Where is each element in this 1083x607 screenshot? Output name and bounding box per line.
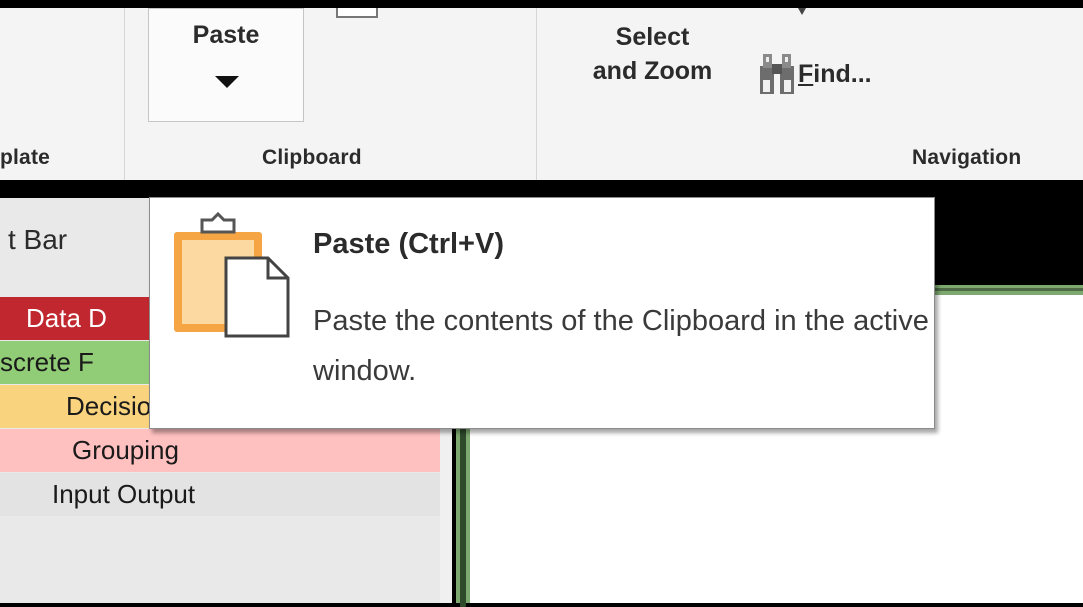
binoculars-icon: [760, 54, 794, 94]
ribbon-separator: [124, 8, 125, 180]
find-button[interactable]: Find...: [798, 60, 872, 89]
paste-button[interactable]: Paste: [148, 8, 304, 122]
tooltip-title: Paste (Ctrl+V): [313, 228, 504, 260]
category-input-output[interactable]: Input Output: [0, 473, 440, 516]
group-label-navigation: Navigation: [912, 146, 1022, 169]
clipboard-paste-icon: [174, 212, 290, 338]
panel-title: t Bar: [8, 224, 68, 255]
group-label-template: plate: [0, 146, 51, 169]
select-and-zoom-label-2: and Zoom: [592, 57, 713, 85]
dropdown-arrow-icon: [798, 8, 806, 15]
tooltip-description: Paste the contents of the Clipboard in t…: [313, 305, 929, 387]
ribbon-separator: [536, 8, 537, 180]
select-and-zoom-label-1: Select: [615, 23, 690, 51]
copy-icon[interactable]: [336, 8, 378, 18]
group-label-clipboard: Clipboard: [262, 146, 362, 169]
find-label: ind...: [813, 60, 872, 88]
dropdown-arrow-icon: [215, 76, 239, 88]
select-and-zoom-button[interactable]: Select and Zoom: [560, 20, 745, 88]
paste-tooltip: Paste (Ctrl+V) Paste the contents of the…: [149, 197, 935, 429]
paste-button-label: Paste: [192, 21, 260, 49]
category-grouping[interactable]: Grouping: [0, 429, 440, 472]
ribbon: plate Paste Clipboard Select and Zoom Fi…: [0, 8, 1083, 180]
find-accesskey: F: [798, 60, 814, 88]
